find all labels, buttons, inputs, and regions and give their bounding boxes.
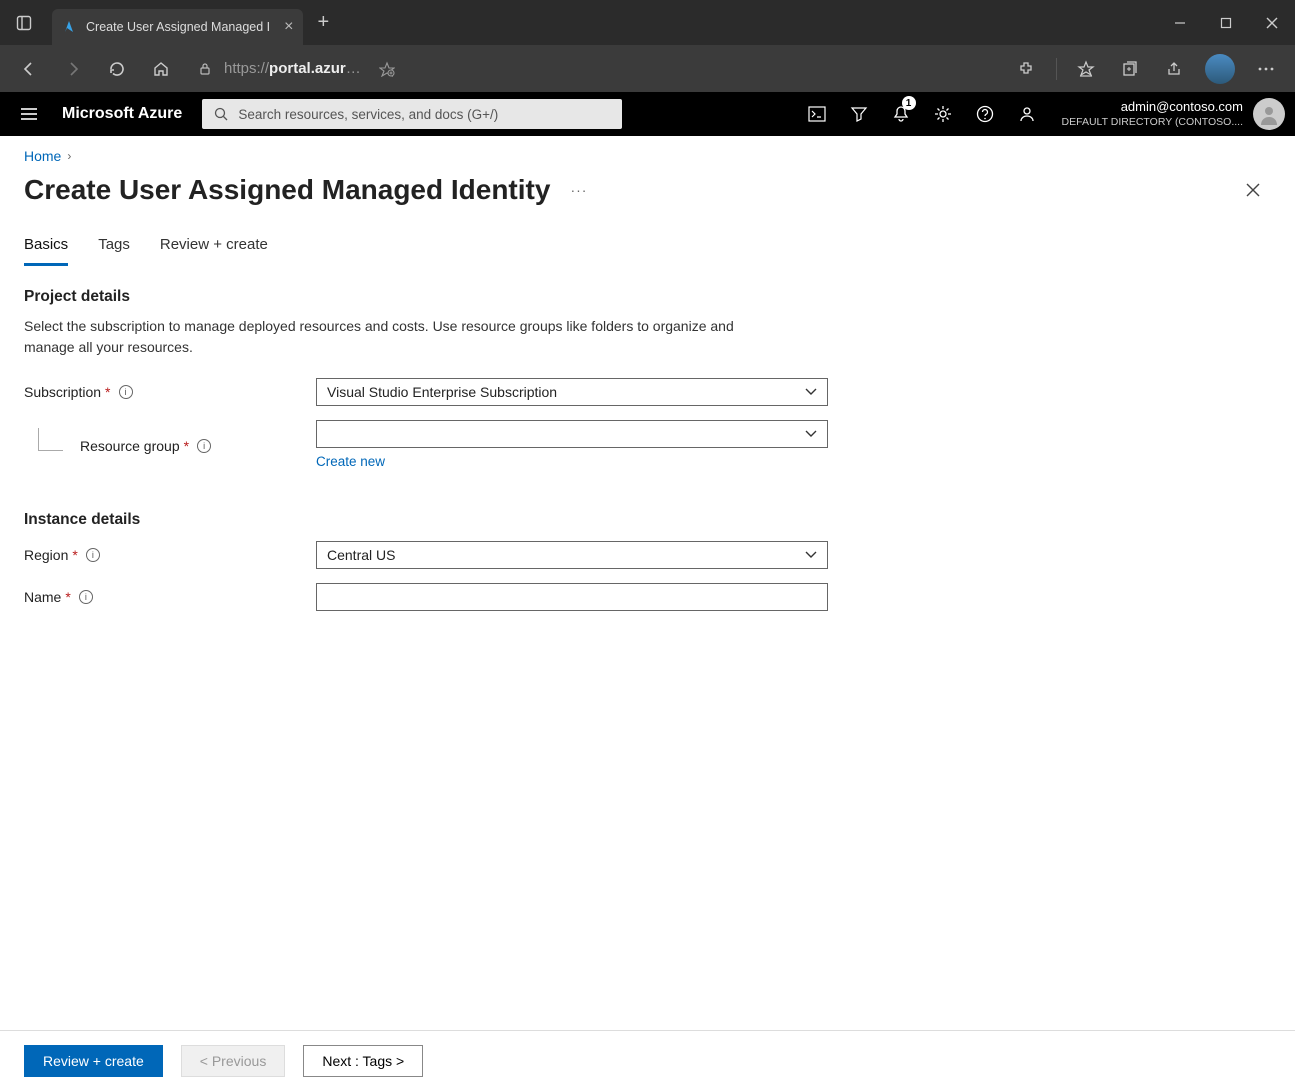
help-icon[interactable] (964, 92, 1006, 136)
subscription-value: Visual Studio Enterprise Subscription (327, 384, 557, 400)
extensions-icon[interactable] (1008, 50, 1046, 88)
window-maximize-button[interactable] (1203, 0, 1249, 45)
url-scheme: https:// (224, 60, 269, 77)
tab-title: Create User Assigned Managed I (86, 20, 270, 34)
tab-close-icon[interactable]: × (284, 18, 293, 36)
search-placeholder: Search resources, services, and docs (G+… (238, 107, 498, 122)
info-icon[interactable]: i (79, 590, 93, 604)
browser-titlebar: Create User Assigned Managed I × + (0, 0, 1295, 45)
region-value: Central US (327, 547, 395, 563)
tab-review[interactable]: Review + create (160, 236, 268, 266)
window-close-button[interactable] (1249, 0, 1295, 45)
breadcrumb: Home › (24, 148, 1271, 164)
subscription-label: Subscription (24, 384, 101, 400)
next-button[interactable]: Next : Tags > (303, 1045, 423, 1077)
subscription-select[interactable]: Visual Studio Enterprise Subscription (316, 378, 828, 406)
window-minimize-button[interactable] (1157, 0, 1203, 45)
region-label: Region (24, 547, 68, 563)
tab-basics[interactable]: Basics (24, 236, 68, 266)
required-marker: * (72, 547, 77, 563)
form-tabs: Basics Tags Review + create (24, 236, 1271, 266)
account-info[interactable]: admin@contoso.com DEFAULT DIRECTORY (CON… (1048, 99, 1253, 130)
favorites-icon[interactable] (1067, 50, 1105, 88)
account-email: admin@contoso.com (1062, 99, 1243, 116)
back-button[interactable] (10, 50, 48, 88)
refresh-button[interactable] (98, 50, 136, 88)
review-create-button[interactable]: Review + create (24, 1045, 163, 1077)
name-label: Name (24, 589, 61, 605)
global-search-input[interactable]: Search resources, services, and docs (G+… (202, 99, 622, 129)
tab-strip-icon[interactable] (14, 13, 34, 33)
directory-filter-icon[interactable] (838, 92, 880, 136)
required-marker: * (65, 589, 70, 605)
chevron-down-icon (805, 551, 817, 559)
name-input[interactable] (316, 583, 828, 611)
account-directory: DEFAULT DIRECTORY (CONTOSO.... (1062, 116, 1243, 130)
azure-favicon-icon (62, 19, 78, 35)
chevron-right-icon: › (67, 149, 71, 163)
resource-group-select[interactable] (316, 420, 828, 448)
section-project-details: Project details (24, 288, 1271, 306)
notification-badge: 1 (902, 96, 916, 110)
wizard-footer: Review + create < Previous Next : Tags > (0, 1030, 1295, 1091)
create-new-link[interactable]: Create new (316, 454, 385, 469)
reader-mode-icon[interactable] (379, 61, 395, 77)
profile-avatar[interactable] (1205, 54, 1235, 84)
required-marker: * (105, 384, 110, 400)
azure-header: Microsoft Azure Search resources, servic… (0, 92, 1295, 136)
browser-menu-icon[interactable] (1247, 50, 1285, 88)
info-icon[interactable]: i (119, 385, 133, 399)
breadcrumb-home[interactable]: Home (24, 148, 61, 164)
share-icon[interactable] (1155, 50, 1193, 88)
notifications-icon[interactable]: 1 (880, 92, 922, 136)
info-icon[interactable]: i (197, 439, 211, 453)
resource-group-label: Resource group (80, 438, 180, 454)
url-suffix: … (346, 60, 361, 77)
home-button[interactable] (142, 50, 180, 88)
previous-button: < Previous (181, 1045, 286, 1077)
forward-button[interactable] (54, 50, 92, 88)
new-tab-button[interactable]: + (317, 11, 329, 34)
azure-brand[interactable]: Microsoft Azure (62, 105, 182, 123)
chevron-down-icon (805, 388, 817, 396)
settings-icon[interactable] (922, 92, 964, 136)
search-icon (214, 107, 228, 121)
blade-content: Home › Create User Assigned Managed Iden… (0, 136, 1295, 1030)
chevron-down-icon (805, 430, 817, 438)
info-icon[interactable]: i (86, 548, 100, 562)
page-more-button[interactable]: ··· (570, 182, 587, 198)
cloud-shell-icon[interactable] (796, 92, 838, 136)
page-title: Create User Assigned Managed Identity (24, 174, 550, 206)
lock-icon (198, 62, 212, 76)
collections-icon[interactable] (1111, 50, 1149, 88)
section-instance-details: Instance details (24, 511, 1271, 529)
browser-tab[interactable]: Create User Assigned Managed I × (52, 9, 303, 45)
region-select[interactable]: Central US (316, 541, 828, 569)
close-blade-button[interactable] (1235, 172, 1271, 208)
url-host: portal.azur (269, 60, 346, 77)
required-marker: * (184, 438, 189, 454)
feedback-icon[interactable] (1006, 92, 1048, 136)
browser-toolbar: https://portal.azur… (0, 45, 1295, 92)
tab-tags[interactable]: Tags (98, 236, 130, 266)
account-avatar[interactable] (1253, 98, 1285, 130)
address-bar[interactable]: https://portal.azur… (192, 60, 401, 77)
portal-menu-button[interactable] (10, 92, 48, 136)
section-project-description: Select the subscription to manage deploy… (24, 316, 784, 358)
